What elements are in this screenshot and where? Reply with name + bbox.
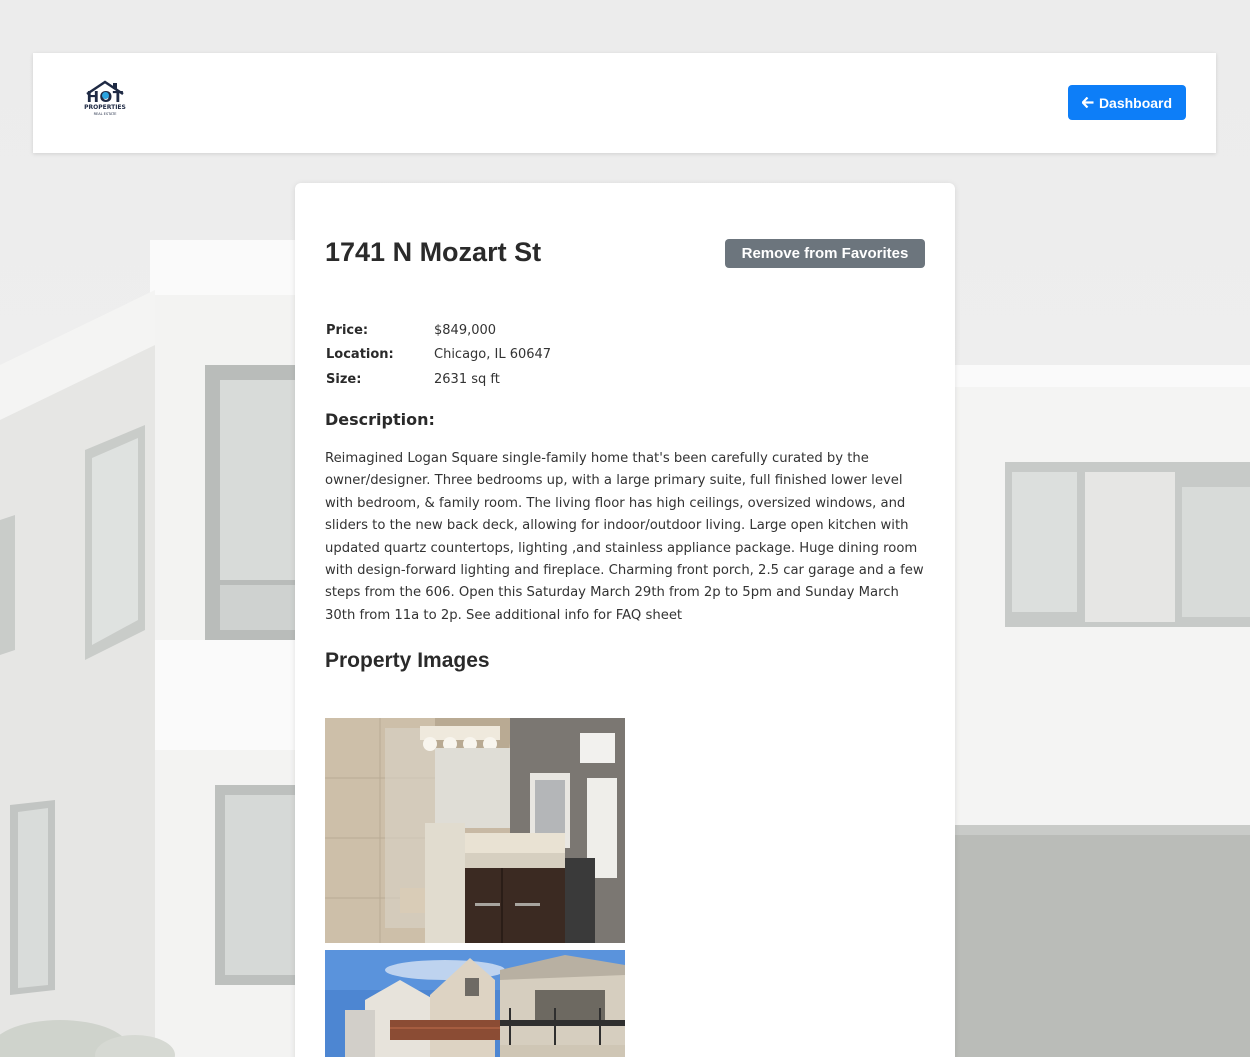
logo-properties-text: PROPERTIES bbox=[84, 104, 126, 111]
property-image-exterior[interactable] bbox=[325, 950, 625, 1057]
property-facts: Price: $849,000 Location: Chicago, IL 60… bbox=[326, 318, 551, 392]
property-title: 1741 N Mozart St bbox=[325, 237, 542, 267]
logo-realestate-text: REAL ESTATE bbox=[93, 112, 117, 116]
description-heading: Description: bbox=[325, 410, 435, 429]
arrow-left-icon bbox=[1081, 96, 1094, 110]
price-value: $849,000 bbox=[434, 322, 497, 338]
property-image-bathroom[interactable] bbox=[325, 718, 625, 943]
remove-from-favorites-button[interactable]: Remove from Favorites bbox=[725, 239, 925, 268]
property-images-heading: Property Images bbox=[325, 649, 490, 672]
fact-row-location: Location: Chicago, IL 60647 bbox=[326, 343, 551, 368]
dashboard-button-label: Dashboard bbox=[1098, 94, 1173, 111]
fact-row-size: Size: 2631 sq ft bbox=[326, 367, 551, 392]
property-description: Reimagined Logan Square single-family ho… bbox=[325, 451, 924, 623]
logo-o-accent bbox=[102, 92, 109, 99]
property-detail-card: 1741 N Mozart St Remove from Favorites P… bbox=[295, 183, 955, 1057]
top-navbar: HOT PROPERTIES REAL ESTATE Dashboard bbox=[33, 53, 1216, 153]
hot-properties-logo[interactable]: HOT PROPERTIES REAL ESTATE bbox=[81, 80, 129, 120]
fact-label: Location: bbox=[326, 347, 394, 363]
size-value: 2631 sq ft bbox=[434, 371, 500, 387]
fact-label: Price: bbox=[326, 322, 369, 338]
fact-row-price: Price: $849,000 bbox=[326, 318, 551, 343]
dashboard-button[interactable]: Dashboard bbox=[1068, 85, 1186, 120]
location-value: Chicago, IL 60647 bbox=[434, 347, 552, 363]
fact-label: Size: bbox=[326, 371, 362, 387]
